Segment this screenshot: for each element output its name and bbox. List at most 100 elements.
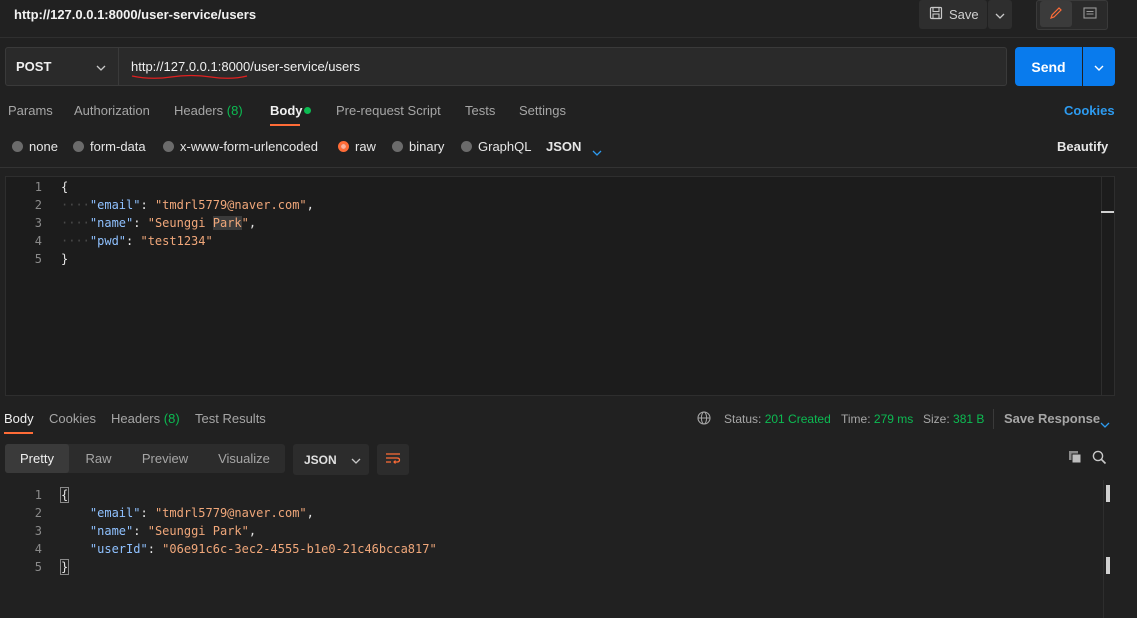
request-title[interactable]: http://127.0.0.1:8000/user-service/users [14, 7, 256, 22]
chevron-down-icon [592, 144, 602, 159]
send-button[interactable]: Send [1015, 47, 1082, 86]
response-scroll-marker[interactable] [1106, 485, 1110, 502]
radio-form-data-label[interactable]: form-data [90, 139, 146, 154]
tab-settings[interactable]: Settings [519, 103, 566, 118]
documentation-button[interactable] [1074, 1, 1106, 27]
radio-graphql-label[interactable]: GraphQL [478, 139, 531, 154]
code-line: "name": "Seunggi Park", [89, 524, 257, 538]
method-label: POST [16, 59, 52, 74]
view-visualize-button[interactable]: Visualize [203, 444, 285, 473]
json-value: "tmdrl5779@naver.com" [154, 506, 307, 520]
close-brace: } [61, 252, 69, 266]
time-readout[interactable]: Time: 279 ms [841, 412, 913, 426]
view-pretty-button[interactable]: Pretty [5, 444, 69, 473]
json-key: "email" [89, 198, 141, 212]
response-tab-headers[interactable]: Headers (8) [111, 411, 180, 426]
json-key: "name" [89, 216, 134, 230]
chevron-down-icon [1094, 59, 1104, 74]
save-options-button[interactable] [988, 0, 1012, 29]
annotation-underline [131, 69, 249, 84]
size-label: Size: [923, 412, 950, 426]
time-label: Time: [841, 412, 871, 426]
status-readout[interactable]: Status: 201 Created [724, 412, 831, 426]
divider [993, 409, 994, 429]
size-readout[interactable]: Size: 381 B [923, 412, 984, 426]
editor-scroll-marker[interactable] [1101, 211, 1114, 213]
radio-urlencoded[interactable] [163, 141, 174, 152]
tab-tests[interactable]: Tests [465, 103, 495, 118]
save-icon [929, 6, 943, 23]
size-value: 381 B [953, 412, 985, 426]
cookies-link[interactable]: Cookies [1064, 103, 1115, 118]
radio-binary[interactable] [392, 141, 403, 152]
line-number: 5 [34, 252, 42, 266]
line-number: 1 [34, 180, 42, 194]
beautify-link[interactable]: Beautify [1057, 139, 1108, 154]
line-number: 3 [34, 216, 42, 230]
radio-graphql[interactable] [461, 141, 472, 152]
response-tab-headers-count: (8) [163, 411, 180, 426]
active-response-tab-indicator [4, 432, 33, 434]
response-format-select[interactable]: JSON [293, 444, 369, 475]
view-raw-button[interactable]: Raw [70, 444, 127, 473]
json-value: " [241, 216, 249, 230]
wrap-lines-button[interactable] [377, 444, 409, 475]
radio-none-label[interactable]: none [29, 139, 58, 154]
code-line: { [59, 487, 70, 503]
response-tab-headers-label: Headers [111, 411, 161, 426]
line-number: 2 [34, 198, 42, 212]
chevron-down-icon [96, 59, 106, 74]
json-value: "Seunggi Park" [147, 524, 249, 538]
radio-raw[interactable] [338, 141, 349, 152]
response-scroll-marker[interactable] [1106, 557, 1110, 574]
open-brace: { [61, 180, 69, 194]
response-format-label: JSON [304, 452, 337, 467]
tab-authorization[interactable]: Authorization [74, 103, 150, 118]
json-value: "test1234" [140, 234, 213, 248]
radio-raw-label[interactable]: raw [355, 139, 376, 154]
response-scroll-track [1103, 480, 1104, 618]
radio-form-data[interactable] [73, 141, 84, 152]
radio-binary-label[interactable]: binary [409, 139, 444, 154]
chevron-down-icon [1100, 416, 1110, 431]
code-line: "email": "tmdrl5779@naver.com", [89, 506, 314, 520]
status-value: 201 Created [764, 412, 831, 426]
tab-headers[interactable]: Headers (8) [174, 103, 243, 118]
json-key: "pwd" [89, 234, 127, 248]
editor-scroll-track [1101, 177, 1102, 395]
time-value: 279 ms [873, 412, 914, 426]
tab-params[interactable]: Params [8, 103, 53, 118]
globe-icon[interactable] [697, 411, 711, 428]
code-line: ····"name": "Seunggi Park", [61, 216, 257, 230]
comment-icon [1083, 6, 1097, 22]
json-value: "tmdrl5779@naver.com" [154, 198, 307, 212]
tab-prerequest-script[interactable]: Pre-request Script [336, 103, 441, 118]
open-brace: { [59, 487, 70, 503]
chevron-down-icon [995, 7, 1005, 22]
radio-urlencoded-label[interactable]: x-www-form-urlencoded [180, 139, 318, 154]
tab-body[interactable]: Body [270, 103, 303, 118]
save-response-button[interactable]: Save Response [1004, 411, 1100, 426]
status-label: Status: [724, 412, 762, 426]
view-preview-button[interactable]: Preview [128, 444, 202, 473]
edit-mode-button[interactable] [1040, 1, 1072, 27]
body-format-select[interactable]: JSON [546, 139, 581, 154]
tab-headers-label: Headers [174, 103, 224, 118]
url-input[interactable]: http://127.0.0.1:8000/user-service/users [119, 47, 1007, 86]
save-button[interactable]: Save [919, 0, 987, 29]
radio-none[interactable] [12, 141, 23, 152]
line-number: 5 [34, 560, 42, 574]
line-number: 3 [34, 524, 42, 538]
code-line: { [61, 180, 68, 194]
search-icon[interactable] [1092, 450, 1107, 468]
code-line: "userId": "06e91c6c-3ec2-4555-b1e0-21c46… [89, 542, 437, 556]
response-tab-cookies[interactable]: Cookies [49, 411, 96, 426]
tab-headers-count: (8) [226, 103, 243, 118]
copy-icon[interactable] [1068, 450, 1082, 467]
chevron-down-icon [351, 453, 361, 467]
send-options-button[interactable] [1083, 47, 1115, 86]
response-tab-test-results[interactable]: Test Results [195, 411, 266, 426]
json-key: "userId" [89, 542, 148, 556]
response-tab-body[interactable]: Body [4, 411, 34, 426]
code-line: ····"pwd": "test1234" [61, 234, 213, 248]
